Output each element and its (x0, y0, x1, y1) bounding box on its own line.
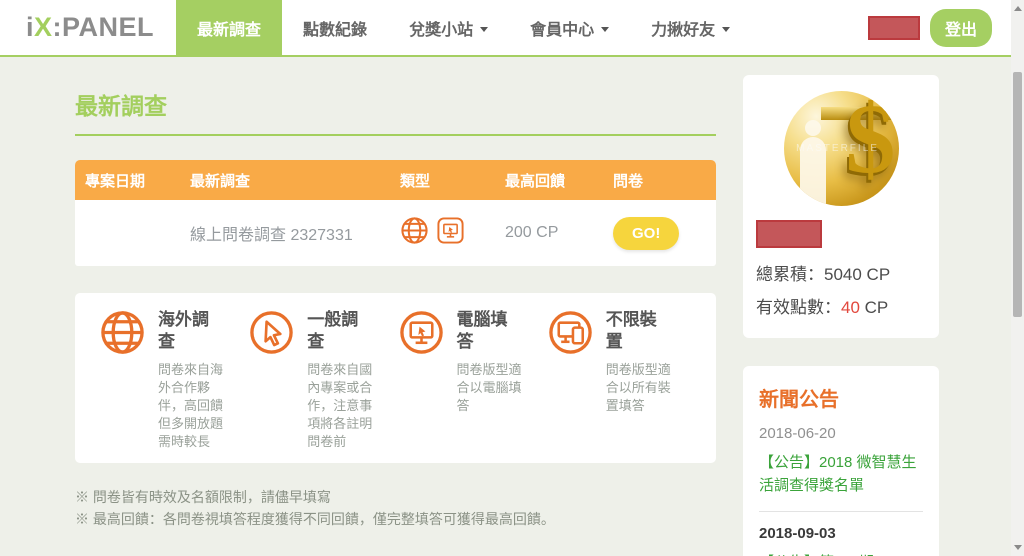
feature-overseas-survey: 海外調查 問卷來自海外合作夥伴，高回饋但多開放題需時較長 (99, 309, 248, 451)
profile-card: $ MASTERFILE 總累積：5040 CP 有效點數：40 CP (743, 75, 939, 338)
member-name-redaction (756, 220, 822, 248)
chevron-down-icon (480, 26, 489, 32)
page-title: 最新調查 (75, 87, 716, 136)
brand-logo-i: i (26, 12, 35, 42)
feature-description: 問卷版型適合以電腦填答 (456, 362, 522, 414)
feature-description: 問卷版型適合以所有裝置填答 (605, 362, 671, 414)
cell-type-icons (400, 216, 505, 250)
avatar: $ MASTERFILE (783, 91, 899, 206)
nav-item-label: 兌獎小站 (409, 21, 474, 39)
column-header-questionnaire: 問卷 (613, 172, 644, 190)
survey-type-legend-card: 海外調查 問卷來自海外合作夥伴，高回饋但多開放題需時較長 一般調查 問卷來自國內… (75, 293, 716, 464)
feature-description: 問卷來自海外合作夥伴，高回饋但多開放題需時較長 (158, 362, 224, 450)
brand-logo[interactable]: iX:PANEL (0, 12, 176, 43)
feature-text: 電腦填答 問卷版型適合以電腦填答 (457, 309, 523, 415)
nav-item-points-history[interactable]: 點數紀錄 (282, 0, 388, 55)
survey-table: 專案日期 最新調查 類型 最高回饋 問卷 線上問卷調查 2327331 200 … (75, 160, 716, 266)
feature-title: 一般調查 (307, 310, 359, 352)
feature-text: 海外調查 問卷來自海外合作夥伴，高回饋但多開放題需時較長 (158, 309, 224, 451)
scrollbar-thumb[interactable] (1013, 72, 1022, 317)
valid-points-unit: CP (859, 298, 889, 317)
nav-item-rewards-menu[interactable]: 兌獎小站 (388, 0, 509, 55)
feature-computer-only: 電腦填答 問卷版型適合以電腦填答 (398, 309, 547, 451)
feature-text: 不限裝置 問卷版型適合以所有裝置填答 (606, 309, 672, 415)
cell-survey-name: 線上問卷調查 2327331 (190, 227, 353, 244)
page-body: 最新調查 專案日期 最新調查 類型 最高回饋 問卷 線上問卷調查 2327331 (0, 57, 1024, 556)
nav-item-member-center-menu[interactable]: 會員中心 (509, 0, 630, 55)
table-row: 線上問卷調查 2327331 200 CP GO! (75, 200, 716, 266)
news-link[interactable]: 【公告】2018 微智慧生活調查得獎名單 (759, 452, 923, 497)
news-link[interactable]: 【公告】第129期【iX:Panel抽抽樂】得獎名單 (759, 552, 923, 556)
column-header-type: 類型 (400, 172, 431, 190)
scrollbar-up-arrow-icon[interactable] (1014, 6, 1022, 11)
chevron-down-icon (722, 26, 731, 32)
valid-points-label: 有效點數： (756, 298, 841, 317)
nav-item-label: 最新調查 (197, 21, 262, 39)
sidebar: $ MASTERFILE 總累積：5040 CP 有效點數：40 CP 新聞公告… (743, 75, 939, 556)
footnote-deadline: ※ 問卷皆有時效及名額限制，請儘早填寫 (75, 489, 331, 506)
nav-item-label: 點數紀錄 (303, 21, 368, 39)
column-header-project-date: 專案日期 (85, 172, 146, 190)
devices-icon (547, 309, 594, 356)
total-points-line: 總累積：5040 CP (756, 260, 926, 285)
logout-button[interactable]: 登出 (929, 8, 992, 47)
main-nav: 最新調查 點數紀錄 兌獎小站 會員中心 力揪好友 (176, 0, 751, 55)
news-date: 2018-09-03 (759, 525, 836, 542)
feature-description: 問卷來自國內專案或合作，注意事項將各註明問卷前 (307, 362, 373, 450)
feature-general-survey: 一般調查 問卷來自國內專案或合作，注意事項將各註明問卷前 (248, 309, 397, 451)
monitor-icon (398, 309, 445, 356)
cell-reward: 200 CP (505, 224, 559, 241)
username-redaction (867, 15, 920, 40)
go-button[interactable]: GO! (613, 216, 680, 250)
feature-text: 一般調查 問卷來自國內專案或合作，注意事項將各註明問卷前 (307, 309, 373, 451)
header-right-group: 登出 (867, 0, 1024, 55)
survey-table-header: 專案日期 最新調查 類型 最高回饋 問卷 (75, 160, 716, 200)
feature-title: 不限裝置 (605, 310, 657, 352)
brand-logo-rest: :PANEL (52, 12, 155, 42)
globe-icon (400, 216, 429, 250)
valid-points-value: 40 (841, 298, 860, 317)
column-header-latest-survey: 最新調查 (190, 172, 251, 190)
page-scrollbar[interactable] (1011, 0, 1024, 556)
cursor-icon (248, 309, 295, 356)
feature-title: 海外調查 (158, 310, 209, 352)
chevron-down-icon (601, 26, 610, 32)
nav-item-label: 會員中心 (530, 21, 595, 39)
nav-item-label: 力揪好友 (651, 21, 716, 39)
avatar-watermark: MASTERFILE (796, 142, 879, 154)
brand-logo-x: X (34, 12, 53, 42)
top-navbar: iX:PANEL 最新調查 點數紀錄 兌獎小站 會員中心 力揪好友 登出 (0, 0, 1024, 57)
nav-item-latest-surveys[interactable]: 最新調查 (176, 0, 283, 55)
feature-any-device: 不限裝置 問卷版型適合以所有裝置填答 (547, 309, 696, 451)
total-points-label: 總累積： (756, 265, 824, 284)
news-item: 2018-09-03 【公告】第129期【iX:Panel抽抽樂】得獎名單 (759, 511, 923, 556)
footnotes: ※ 問卷皆有時效及名額限制，請儘早填寫 ※ 最高回饋：各問卷視填答程度獲得不同回… (75, 486, 716, 530)
valid-points-line: 有效點數：40 CP (756, 293, 926, 318)
feature-title: 電腦填答 (456, 310, 508, 352)
news-date: 2018-06-20 (759, 425, 836, 442)
news-item: 2018-06-20 【公告】2018 微智慧生活調查得獎名單 (759, 412, 923, 497)
computer-icon (436, 216, 465, 250)
column-header-max-reward: 最高回饋 (505, 172, 566, 190)
total-points-value: 5040 CP (824, 265, 891, 284)
scrollbar-down-arrow-icon[interactable] (1014, 545, 1022, 550)
main-content: 最新調查 專案日期 最新調查 類型 最高回饋 問卷 線上問卷調查 2327331 (75, 57, 716, 530)
news-title: 新聞公告 (759, 389, 839, 411)
news-card: 新聞公告 2018-06-20 【公告】2018 微智慧生活調查得獎名單 201… (743, 366, 939, 556)
footnote-max-reward: ※ 最高回饋：各問卷視填答程度獲得不同回饋，僅完整填答可獲得最高回饋。 (75, 511, 555, 528)
globe-icon (99, 309, 146, 356)
nav-item-invite-friends-menu[interactable]: 力揪好友 (630, 0, 751, 55)
